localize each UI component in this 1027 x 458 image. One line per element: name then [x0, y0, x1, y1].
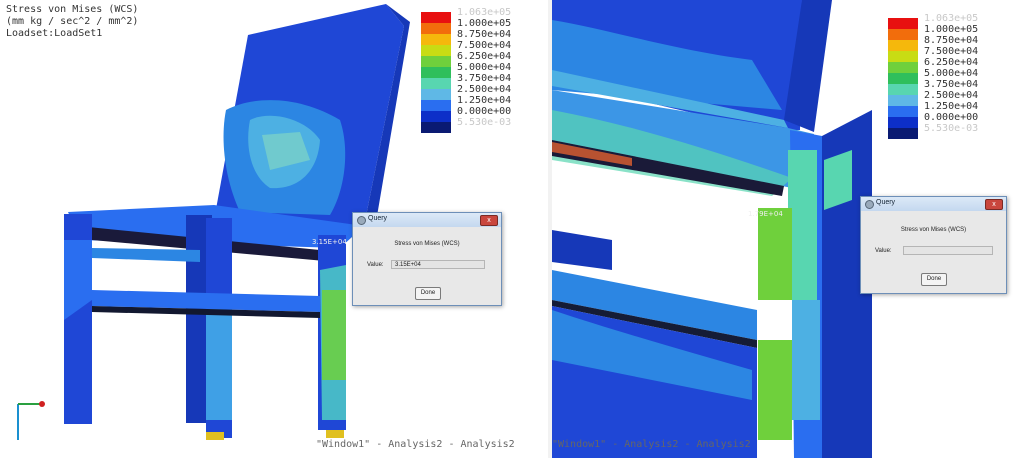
legend-swatch [421, 78, 451, 89]
legend-max-label: 1.063e+05 [457, 7, 512, 18]
legend-swatch [421, 67, 451, 78]
legend-label: 7.500e+04 [924, 46, 979, 57]
legend-label: 2.500e+04 [924, 90, 979, 101]
close-button[interactable]: x [985, 199, 1003, 210]
dialog-title: Query [368, 215, 388, 222]
legend-label: 5.000e+04 [457, 62, 512, 73]
legend-min-label: 5.530e-03 [924, 123, 979, 134]
window-caption-right: "Window1" - Analysis2 - Analysis2 [552, 439, 751, 450]
legend-label: 8.750e+04 [924, 35, 979, 46]
legend-label: 2.500e+04 [457, 84, 512, 95]
legend-label: 7.500e+04 [457, 40, 512, 51]
legend-label: 0.000e+00 [924, 112, 979, 123]
legend-swatch [888, 95, 918, 106]
legend-label: 1.250e+04 [924, 101, 979, 112]
value-field[interactable]: 3.15E+04 [391, 260, 485, 269]
query-app-icon [865, 200, 874, 209]
legend-label: 6.250e+04 [924, 57, 979, 68]
legend-swatch [421, 56, 451, 67]
legend-swatch [888, 106, 918, 117]
legend-label: 5.000e+04 [924, 68, 979, 79]
legend-swatch [421, 111, 451, 122]
query-dialog[interactable]: Query x Stress von Mises (WCS) Value: Do… [860, 196, 1007, 294]
legend-label: 3.750e+04 [924, 79, 979, 90]
legend-swatch [888, 128, 918, 139]
legend-swatch [888, 62, 918, 73]
query-dialog[interactable]: Query x Stress von Mises (WCS) Value: 3.… [352, 212, 502, 306]
window-caption-left: "Window1" - Analysis2 - Analysis2 [316, 439, 515, 450]
dialog-heading: Stress von Mises (WCS) [394, 241, 460, 247]
value-label: Value: [367, 262, 384, 268]
legend-swatch [888, 117, 918, 128]
legend-min-label: 5.530e-03 [457, 117, 512, 128]
probe-value-label: 3.15E+04 [312, 238, 347, 246]
legend-swatch [421, 23, 451, 34]
legend-swatch [888, 29, 918, 40]
legend-label: 8.750e+04 [457, 29, 512, 40]
legend-swatch [421, 12, 451, 23]
legend-max-label: 1.063e+05 [924, 13, 979, 24]
legend-swatch [888, 18, 918, 29]
legend-swatch [421, 100, 451, 111]
legend-label: 3.750e+04 [457, 73, 512, 84]
legend-swatch [888, 51, 918, 62]
legend-swatch [421, 89, 451, 100]
result-units: (mm kg / sec^2 / mm^2) [6, 16, 139, 27]
value-field[interactable] [903, 246, 993, 255]
done-button[interactable]: Done [415, 287, 441, 300]
legend-swatch [888, 84, 918, 95]
result-loadset: Loadset:LoadSet1 [6, 28, 103, 39]
legend-label: 0.000e+00 [457, 106, 512, 117]
legend-swatch [421, 34, 451, 45]
legend-swatch [888, 73, 918, 84]
probe-value-label: 1.79E+04 [748, 210, 783, 218]
legend-label: 1.000e+05 [924, 24, 979, 35]
legend-label: 6.250e+04 [457, 51, 512, 62]
result-title: Stress von Mises (WCS) [6, 4, 139, 15]
dialog-titlebar[interactable]: Query x [353, 213, 501, 227]
legend-swatch [888, 40, 918, 51]
dialog-heading: Stress von Mises (WCS) [900, 227, 967, 233]
close-button[interactable]: x [480, 215, 498, 226]
legend-swatch [421, 122, 451, 133]
legend-label: 1.000e+05 [457, 18, 512, 29]
legend-swatch [421, 45, 451, 56]
dialog-title: Query [876, 199, 896, 206]
dialog-titlebar[interactable]: Query x [861, 197, 1006, 211]
right-viewport[interactable]: 1.063e+05 1.000e+05 8.750e+04 7.500e+04 … [552, 0, 1027, 458]
query-app-icon [357, 216, 366, 225]
value-label: Value: [875, 248, 892, 254]
done-button[interactable]: Done [921, 273, 947, 286]
left-viewport[interactable]: Stress von Mises (WCS) (mm kg / sec^2 / … [0, 0, 548, 458]
legend-label: 1.250e+04 [457, 95, 512, 106]
